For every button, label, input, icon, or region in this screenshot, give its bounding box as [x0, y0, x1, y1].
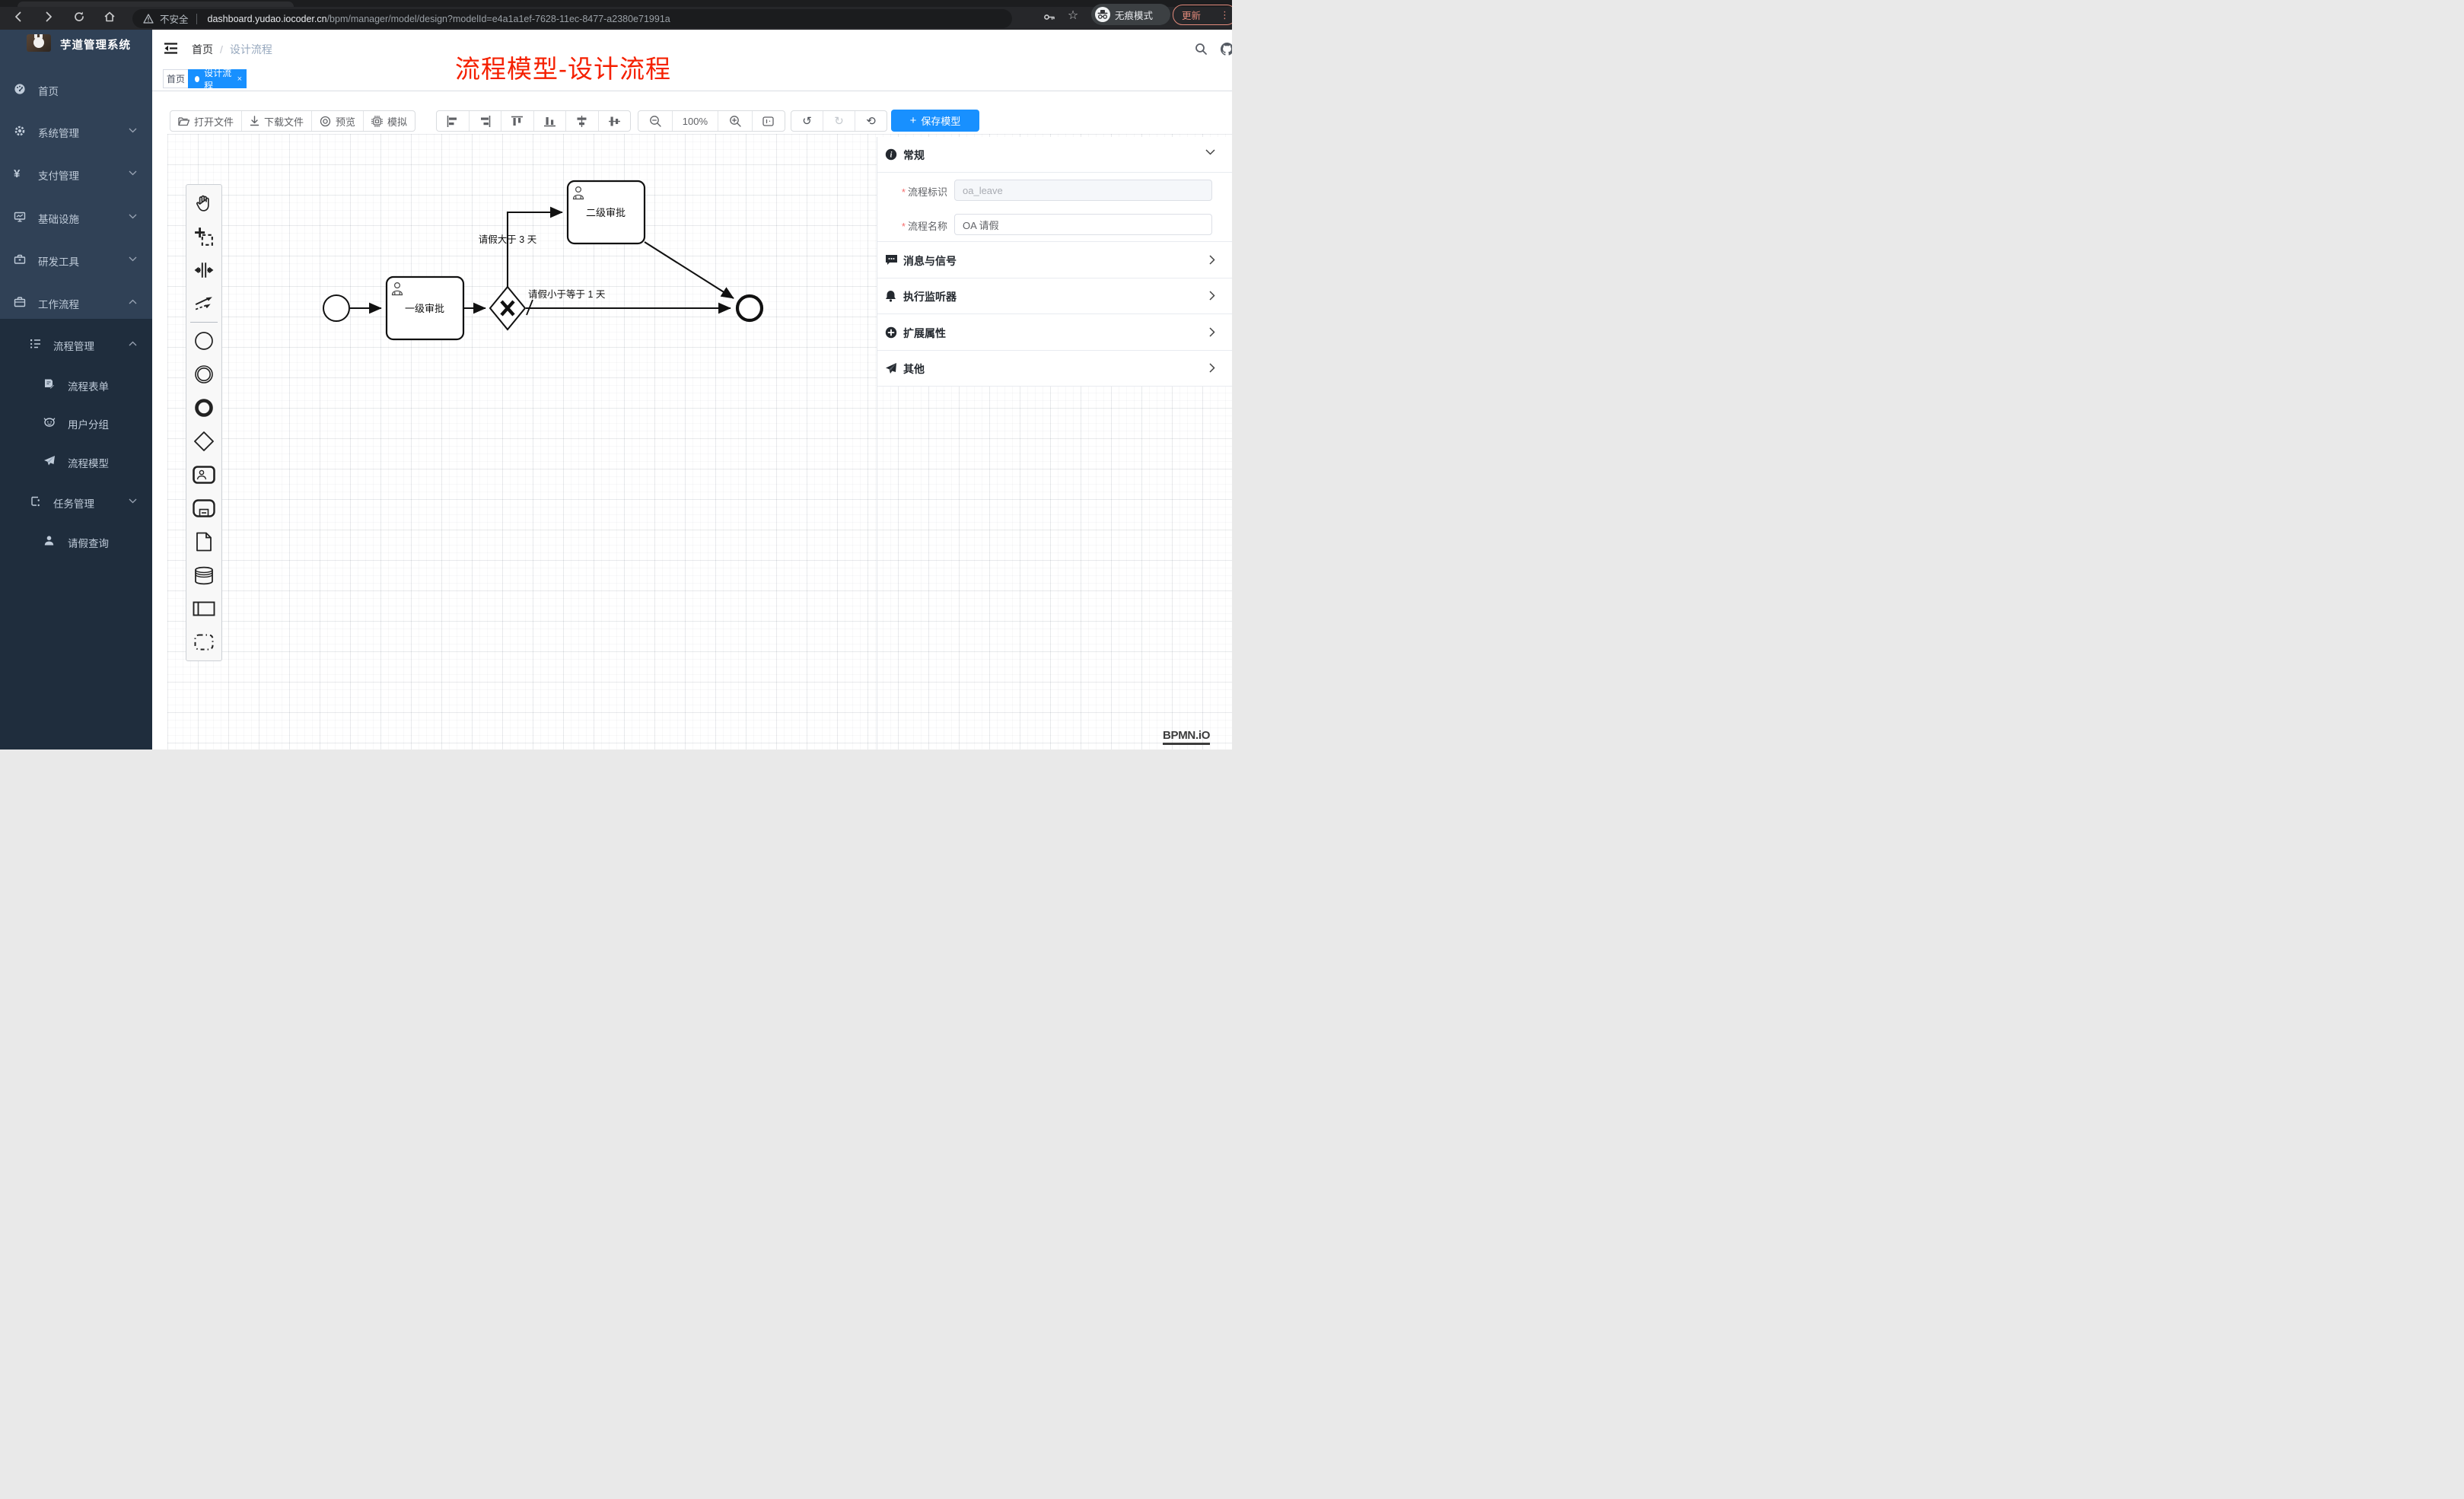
- chevron-down-icon[interactable]: [1205, 149, 1215, 155]
- end-event[interactable]: [737, 296, 762, 320]
- exclusive-gateway[interactable]: [490, 287, 525, 329]
- flow-label-le1[interactable]: 请假小于等于 1 天: [528, 288, 606, 300]
- info-icon: i: [885, 148, 897, 161]
- flow-label-gt3[interactable]: 请假大于 3 天: [479, 234, 537, 245]
- field-label-process-key: *流程标识: [883, 184, 947, 199]
- svg-text:i: i: [890, 151, 893, 160]
- process-key-input[interactable]: [954, 180, 1212, 201]
- field-label-process-name: *流程名称: [883, 218, 947, 233]
- panel-section-general[interactable]: i 常规: [877, 137, 1232, 173]
- task-level1-approval[interactable]: 一级审批: [387, 277, 463, 339]
- process-name-input[interactable]: [954, 214, 1212, 235]
- chevron-right-icon: [1209, 327, 1215, 337]
- bpmn-io-logo[interactable]: BPMN.iO: [1163, 729, 1210, 745]
- panel-section-messages-signals[interactable]: 消息与信号: [877, 242, 1232, 278]
- svg-text:一级审批: 一级审批: [405, 303, 444, 314]
- message-icon: [885, 254, 898, 266]
- chevron-right-icon: [1209, 363, 1215, 373]
- svg-text:二级审批: 二级审批: [586, 207, 626, 218]
- required-asterisk: *: [902, 221, 906, 232]
- flow-task2-to-end[interactable]: [645, 242, 734, 298]
- bell-icon: [885, 290, 896, 302]
- plus-circle-icon: [885, 326, 897, 339]
- flow-gateway-to-task2[interactable]: [508, 212, 562, 287]
- send-icon: [885, 362, 897, 374]
- chevron-right-icon: [1209, 255, 1215, 265]
- panel-section-extended-attributes[interactable]: 扩展属性: [877, 314, 1232, 351]
- page: 不安全 dashboard.yudao.iocoder.cn/bpm/manag…: [0, 0, 1232, 750]
- required-asterisk: *: [902, 186, 906, 198]
- panel-section-execution-listeners[interactable]: 执行监听器: [877, 278, 1232, 314]
- task-level2-approval[interactable]: 二级审批: [568, 181, 645, 243]
- panel-section-other[interactable]: 其他: [877, 350, 1232, 387]
- chevron-right-icon: [1209, 291, 1215, 301]
- start-event[interactable]: [323, 295, 349, 321]
- properties-panel: i 常规 *流程标识 *流程名称 消息与信号 执行监听: [877, 137, 1232, 387]
